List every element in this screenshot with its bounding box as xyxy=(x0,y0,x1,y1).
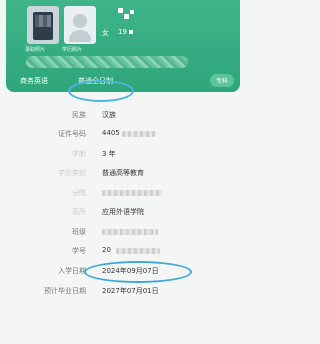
gender-value: 女 xyxy=(102,29,109,37)
field-value: 普通高等教育 xyxy=(102,169,144,177)
enroll-photo xyxy=(27,6,59,44)
field-value: 3 年 xyxy=(102,150,116,158)
id-number-mosaic xyxy=(122,131,156,137)
enroll-date-highlight-circle xyxy=(84,261,192,283)
name-mosaic-3 xyxy=(130,10,134,14)
field-label: 分院 xyxy=(72,189,86,197)
major-value: 商务英语 xyxy=(20,77,48,85)
field-label: 学制 xyxy=(72,150,86,158)
dob-value: 19 xyxy=(118,28,127,36)
student-id-mosaic xyxy=(116,248,160,254)
study-form-highlight-circle xyxy=(68,80,134,102)
enroll-photo-caption: 录取照片 xyxy=(25,47,46,53)
field-label: 学历类别 xyxy=(58,169,86,177)
field-label: 系所 xyxy=(72,208,86,216)
field-row: 证件号码 4405 xyxy=(0,129,246,149)
field-row: 分院 xyxy=(0,188,246,208)
field-value: 2027年07月01日 xyxy=(102,287,159,295)
person-head-icon xyxy=(73,14,87,28)
field-row: 班级 xyxy=(0,227,246,247)
enroll-photo-mosaic xyxy=(35,15,51,27)
student-card-header: 录取照片 学历照片 女 19 专科 商务英语 普通全日制 xyxy=(6,0,240,92)
name-mosaic-2 xyxy=(124,14,129,19)
student-photo-placeholder xyxy=(64,6,96,44)
field-row: 学历类别 普通高等教育 xyxy=(0,168,246,188)
student-photo-caption: 学历照片 xyxy=(62,47,83,53)
field-label: 学号 xyxy=(72,247,86,255)
name-mosaic xyxy=(118,8,123,13)
level-badge: 专科 xyxy=(209,74,234,87)
field-row: 预计毕业日期 2027年07月01日 xyxy=(0,286,246,306)
field-label: 预计毕业日期 xyxy=(44,287,86,295)
field-row: 系所 应用外语学院 xyxy=(0,207,246,227)
field-value: 汉族 xyxy=(102,111,116,119)
field-label: 入学日期 xyxy=(58,267,86,275)
person-body-icon xyxy=(69,30,91,42)
field-label: 班级 xyxy=(72,228,86,236)
field-value: 20 xyxy=(102,246,111,254)
dob-mosaic xyxy=(129,30,133,34)
class-mosaic xyxy=(102,229,158,235)
school-name-mosaic xyxy=(26,56,188,68)
branch-mosaic xyxy=(102,190,162,196)
field-value: 4405 xyxy=(102,129,120,137)
field-label: 民族 xyxy=(72,111,86,119)
field-value: 应用外语学院 xyxy=(102,208,144,216)
field-row: 民族 汉族 xyxy=(0,110,246,130)
field-label: 证件号码 xyxy=(58,130,86,138)
field-row: 学制 3 年 xyxy=(0,149,246,169)
